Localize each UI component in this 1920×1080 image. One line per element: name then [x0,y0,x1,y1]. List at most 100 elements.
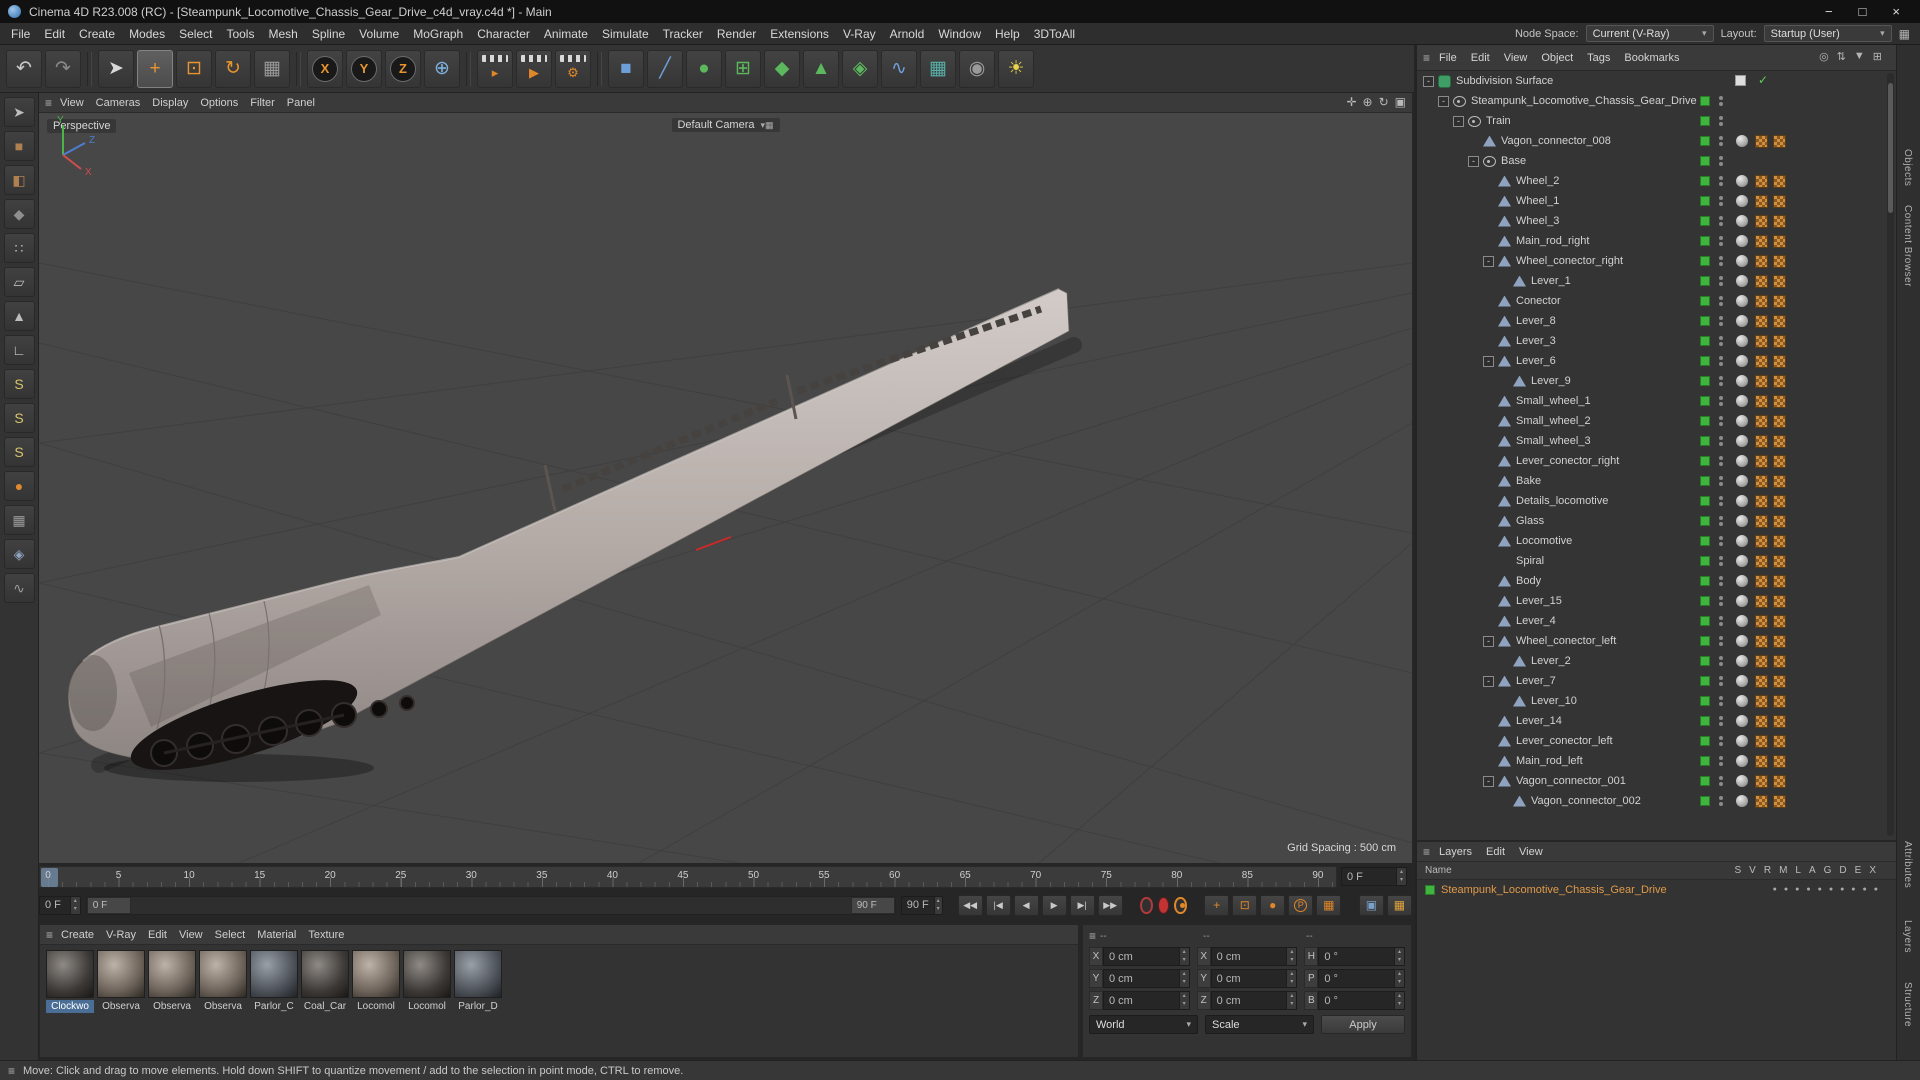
texture-tag-icon[interactable] [1773,755,1786,768]
coordinate-input[interactable]: 0 cm ▴ ▾ [1210,991,1298,1010]
texture-tag-icon[interactable] [1773,395,1786,408]
phong-tag-icon[interactable] [1736,655,1748,667]
coordinate-input[interactable]: 0 cm ▴ ▾ [1103,947,1190,966]
key-pla-toggle[interactable]: ▦ [1316,894,1342,916]
viewport-toggle-icon[interactable]: ▣ [1395,95,1406,109]
phong-tag-icon[interactable] [1736,695,1748,707]
layer-manager-menu-edit[interactable]: Edit [1479,845,1512,859]
layer-color-chip[interactable] [1700,396,1710,406]
value-spinner[interactable]: ▴ ▾ [1178,948,1189,965]
key-parameter-toggle[interactable]: P [1288,894,1314,916]
render-visibility-dot[interactable] [1719,562,1723,566]
layer-manager-menu-layers[interactable]: Layers [1432,845,1479,859]
layer-color-chip[interactable] [1700,236,1710,246]
material-item[interactable]: Locomol [403,950,452,1013]
render-visibility-dot[interactable] [1719,442,1723,446]
spinner-up-icon[interactable]: ▴ [1395,970,1404,978]
filter-icon[interactable]: ▼ [1854,50,1865,63]
editor-visibility-dot[interactable] [1719,216,1723,220]
texture-tag-icon[interactable] [1773,255,1786,268]
enable-toggle[interactable] [1735,75,1746,86]
phong-tag-icon[interactable] [1736,355,1748,367]
menu-select[interactable]: Select [172,25,219,43]
layer-row[interactable]: Steampunk_Locomotive_Chassis_Gear_Drive ●… [1417,880,1896,899]
phong-tag-icon[interactable] [1736,555,1748,567]
visibility-dots[interactable] [1719,456,1723,466]
phong-tag-icon[interactable] [1736,395,1748,407]
tree-scrollbar-thumb[interactable] [1888,83,1893,213]
phong-tag-icon[interactable] [1736,595,1748,607]
material-item[interactable]: Observa [148,950,197,1013]
range-end-field[interactable]: 90 F ▴ ▾ [900,895,943,915]
visibility-dots[interactable] [1719,656,1723,666]
render-visibility-dot[interactable] [1719,182,1723,186]
visibility-dots[interactable] [1719,496,1723,506]
layer-toggle-r[interactable]: ● [1795,886,1799,893]
layer-color-chip[interactable] [1700,456,1710,466]
add-icon[interactable]: ⊞ [1873,50,1882,63]
generator-instance-button[interactable]: ◈ [842,49,878,88]
layer-color-chip[interactable] [1700,96,1710,106]
tree-row[interactable]: Lever_15 [1417,591,1896,611]
coordinate-system-button[interactable]: ⊕ [424,49,460,88]
texture-tag-icon[interactable] [1773,515,1786,528]
key-position-toggle[interactable]: + [1204,894,1230,916]
layer-color-chip[interactable] [1700,216,1710,226]
visibility-dots[interactable] [1719,416,1723,426]
goto-start-button[interactable]: ◀◀ [957,894,983,916]
add-cube-button[interactable]: ■ [608,49,644,88]
visibility-dots[interactable] [1719,316,1723,326]
range-start-grip[interactable]: 0 F [86,896,131,914]
visibility-dots[interactable] [1719,156,1723,166]
layer-color-chip[interactable] [1700,256,1710,266]
lock-z-axis-button[interactable]: Z [385,49,421,88]
visibility-dots[interactable] [1719,436,1723,446]
texture-tag-icon[interactable] [1773,175,1786,188]
generator-symmetry-button[interactable]: ▲ [803,49,839,88]
undo-button[interactable]: ↶ [6,49,42,88]
camera-menu-icon[interactable]: ▾▦ [761,120,774,131]
layer-color-chip[interactable] [1700,276,1710,286]
collapse-icon[interactable]: - [1483,355,1494,367]
visibility-dots[interactable] [1719,716,1723,726]
texture-tag-icon[interactable] [1755,795,1768,808]
texture-tag-icon[interactable] [1755,295,1768,308]
spinner-up-icon[interactable]: ▴ [1180,970,1189,978]
texture-tag-icon[interactable] [1773,295,1786,308]
layer-color-chip[interactable] [1700,176,1710,186]
goto-end-button[interactable]: ▶▶ [1097,894,1123,916]
viewport-menu-display[interactable]: Display [146,96,194,110]
layer-color-chip[interactable] [1700,716,1710,726]
layer-color-chip[interactable] [1700,316,1710,326]
texture-tag-icon[interactable] [1755,475,1768,488]
object-manager-menu-file[interactable]: File [1432,51,1464,65]
editor-visibility-dot[interactable] [1719,736,1723,740]
editor-visibility-dot[interactable] [1719,456,1723,460]
tree-row[interactable]: Lever_1 [1417,271,1896,291]
visibility-dots[interactable] [1719,336,1723,346]
render-view-button[interactable]: ▸ [477,49,513,88]
spline-pen-button[interactable]: ╱ [647,49,683,88]
texture-tag-icon[interactable] [1755,635,1768,648]
spinner-up-icon[interactable]: ▴ [1180,992,1189,1000]
render-visibility-dot[interactable] [1719,622,1723,626]
spinner-up-icon[interactable]: ▴ [1395,992,1404,1000]
render-visibility-dot[interactable] [1719,482,1723,486]
visibility-dots[interactable] [1719,676,1723,686]
spinner-up-icon[interactable]: ▴ [1287,992,1296,1000]
layer-color-chip[interactable] [1700,296,1710,306]
tree-row[interactable]: Glass [1417,511,1896,531]
points-mode-button[interactable]: ∷ [3,233,35,263]
phong-tag-icon[interactable] [1736,755,1748,767]
render-visibility-dot[interactable] [1719,402,1723,406]
editor-visibility-dot[interactable] [1719,656,1723,660]
menu-arnold[interactable]: Arnold [883,25,932,43]
texture-tag-icon[interactable] [1755,695,1768,708]
tree-row[interactable]: Lever_9 [1417,371,1896,391]
editor-visibility-dot[interactable] [1719,696,1723,700]
visibility-dots[interactable] [1719,276,1723,286]
tree-row[interactable]: - Base [1417,151,1896,171]
prev-frame-button[interactable]: ◀ [1013,894,1039,916]
edge-snap-button[interactable]: S [3,437,35,467]
layer-color-chip[interactable] [1700,156,1710,166]
